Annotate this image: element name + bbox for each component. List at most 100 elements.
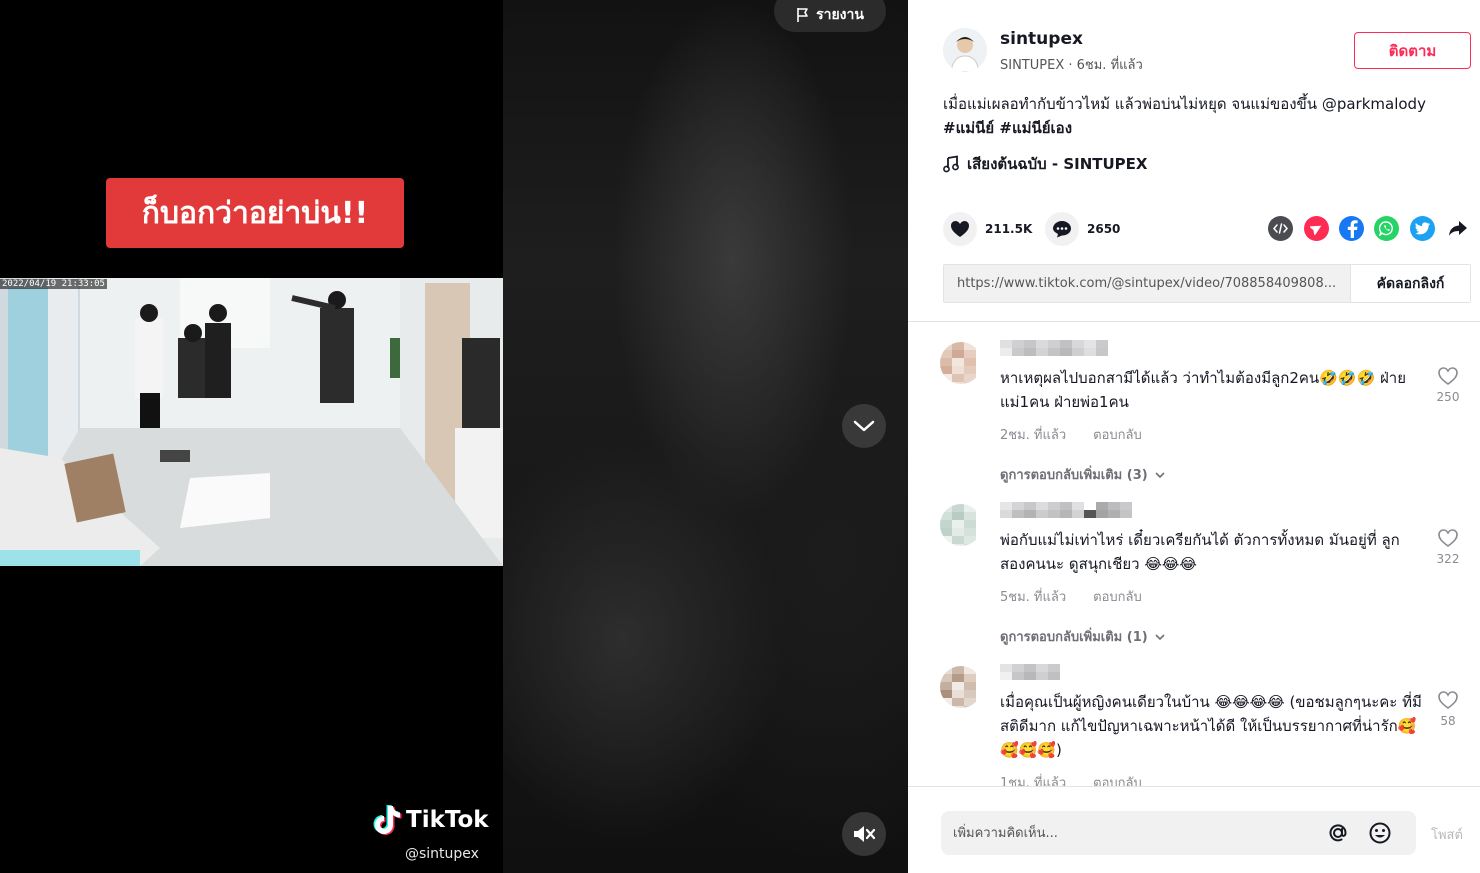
tiktok-wordmark: TikTok — [406, 807, 489, 833]
facebook-icon — [1347, 219, 1358, 238]
reply-button[interactable]: ตอบกลับ — [1093, 586, 1142, 607]
cctv-footage: 2022/04/19 21:33:05 — [0, 278, 503, 566]
commenter-name-redacted[interactable] — [1000, 502, 1140, 518]
comment-like[interactable]: 58 — [1433, 690, 1463, 728]
comment-text: เมื่อคุณเป็นผู้หญิงคนเดียวในบ้าน 😂😂😂😂 (ข… — [1000, 693, 1422, 759]
comment-bubble-icon — [1053, 221, 1071, 238]
twitter-share-button[interactable] — [1410, 216, 1435, 241]
mute-button[interactable] — [842, 812, 886, 856]
heart-outline-icon — [1438, 529, 1458, 547]
more-share-button[interactable] — [1445, 216, 1470, 241]
video-frame[interactable]: ก็บอกว่าอย่าบ่น!! 2022/04/19 21:33:05 Ti… — [0, 0, 503, 873]
comment-stat[interactable]: 2650 — [1045, 212, 1120, 246]
comment-count: 2650 — [1087, 222, 1121, 236]
report-label: รายงาน — [816, 7, 864, 23]
mention-button[interactable] — [1326, 821, 1350, 849]
commenter-name-redacted[interactable] — [1000, 664, 1060, 680]
commenter-avatar[interactable] — [940, 342, 982, 384]
author-avatar[interactable] — [943, 28, 987, 72]
comment-text: พ่อกับแม่ไม่เท่าไหร่ เดี๋ยวเครียกันได้ ต… — [1000, 531, 1400, 573]
facebook-share-button[interactable] — [1339, 216, 1364, 241]
video-caption-box: ก็บอกว่าอย่าบ่น!! — [106, 178, 404, 248]
send-to-friends-button[interactable] — [1304, 216, 1329, 241]
view-more-replies-label: ดูการตอบกลับเพิ่มเติม (3) — [1000, 468, 1148, 483]
whatsapp-icon — [1379, 221, 1393, 236]
post-description: เมื่อแม่เผลอทำกับข้าวไหม้ แล้วพ่อบ่นไม่ห… — [943, 92, 1473, 140]
music-link[interactable]: เสียงต้นฉบับ - SINTUPEX — [943, 152, 1147, 176]
cctv-scene-image — [0, 278, 503, 566]
chevron-down-icon — [1155, 471, 1165, 478]
send-icon — [1310, 225, 1322, 235]
pixelated-avatar — [940, 666, 982, 708]
tiktok-logo-icon — [373, 805, 402, 835]
post-description-text: เมื่อแม่เผลอทำกับข้าวไหม้ แล้วพ่อบ่นไม่ห… — [943, 95, 1426, 113]
cctv-timestamp: 2022/04/19 21:33:05 — [0, 279, 107, 289]
embed-button[interactable] — [1268, 216, 1293, 241]
flag-icon — [797, 8, 808, 22]
details-panel: sintupex SINTUPEX · 6ชม. ที่แล้ว ติดตาม … — [908, 0, 1480, 873]
author-username[interactable]: sintupex — [1000, 29, 1083, 49]
comment-meta: 2ชม. ที่แล้ว ตอบกลับ — [1000, 424, 1142, 445]
report-button[interactable]: รายงาน — [774, 0, 886, 32]
post-hashtags[interactable]: #แม่นีย์ #แม่นีย์เอง — [943, 119, 1072, 137]
comment-like[interactable]: 322 — [1433, 528, 1463, 566]
comment-button[interactable] — [1045, 212, 1079, 246]
watermark-username: @sintupex — [405, 846, 479, 862]
music-note-icon — [943, 155, 959, 173]
view-more-replies-label: ดูการตอบกลับเพิ่มเติม (1) — [1000, 630, 1148, 645]
pixelated-avatar — [940, 342, 982, 384]
video-player[interactable]: ก็บอกว่าอย่าบ่น!! 2022/04/19 21:33:05 Ti… — [0, 0, 908, 873]
comment-like-count: 322 — [1436, 552, 1460, 566]
view-more-replies[interactable]: ดูการตอบกลับเพิ่มเติม (3) — [1000, 464, 1166, 485]
like-button[interactable] — [943, 212, 977, 246]
emoji-smile-icon — [1369, 822, 1391, 844]
reply-button[interactable]: ตอบกลับ — [1093, 424, 1142, 445]
comment-text: หาเหตุผลไปบอกสามีได้แล้ว ว่าทำไมต้องมีลู… — [1000, 369, 1406, 411]
share-arrow-icon — [1448, 221, 1467, 236]
music-title: เสียงต้นฉบับ - SINTUPEX — [967, 155, 1148, 173]
comment-time: 1ชม. ที่แล้ว — [1000, 776, 1067, 786]
comment-time: 2ชม. ที่แล้ว — [1000, 428, 1067, 443]
reply-button[interactable]: ตอบกลับ — [1093, 772, 1142, 786]
commenter-avatar[interactable] — [940, 666, 982, 708]
commenter-name-redacted[interactable] — [1000, 340, 1112, 356]
post-comment-button[interactable]: โพสต์ — [1431, 824, 1463, 845]
copy-link-row: https://www.tiktok.com/@sintupex/video/7… — [943, 264, 1471, 303]
heart-outline-icon — [1438, 691, 1458, 709]
author-nickname: SINTUPEX — [1000, 58, 1065, 73]
tiktok-watermark: TikTok — [372, 804, 489, 836]
follow-button[interactable]: ติดตาม — [1354, 32, 1471, 69]
author-avatar-image — [943, 28, 987, 72]
comment-like-count: 58 — [1440, 714, 1456, 728]
comment-meta: 1ชม. ที่แล้ว ตอบกลับ — [1000, 772, 1142, 786]
view-more-replies[interactable]: ดูการตอบกลับเพิ่มเติม (1) — [1000, 626, 1166, 647]
comment-time: 5ชม. ที่แล้ว — [1000, 590, 1067, 605]
comment-like[interactable]: 250 — [1433, 366, 1463, 404]
emoji-button[interactable] — [1368, 821, 1392, 849]
comment-composer: โพสต์ — [908, 786, 1480, 873]
comment-like-count: 250 — [1436, 390, 1460, 404]
pixelated-avatar — [940, 504, 982, 546]
tiktok-video-page: ก็บอกว่าอย่าบ่น!! 2022/04/19 21:33:05 Ti… — [0, 0, 1480, 873]
at-sign-icon — [1329, 824, 1347, 842]
heart-outline-icon — [1438, 367, 1458, 385]
embed-icon — [1273, 223, 1288, 234]
next-video-button[interactable] — [842, 404, 886, 448]
video-caption: ก็บอกว่าอย่าบ่น!! — [141, 195, 369, 231]
like-stat[interactable]: 211.5K — [943, 212, 1032, 246]
comments-list: หาเหตุผลไปบอกสามีได้แล้ว ว่าทำไมต้องมีลู… — [908, 322, 1480, 786]
heart-icon — [951, 221, 969, 237]
meta-separator: · — [1064, 58, 1077, 73]
video-link-field[interactable]: https://www.tiktok.com/@sintupex/video/7… — [944, 265, 1350, 302]
speaker-muted-icon — [854, 826, 876, 842]
post-time: 6ชม. ที่แล้ว — [1076, 58, 1143, 73]
twitter-icon — [1415, 222, 1430, 235]
chevron-down-icon — [853, 420, 875, 432]
commenter-avatar[interactable] — [940, 504, 982, 546]
chevron-down-icon — [1155, 633, 1165, 640]
like-count: 211.5K — [985, 222, 1033, 236]
comment-meta: 5ชม. ที่แล้ว ตอบกลับ — [1000, 586, 1142, 607]
copy-link-button[interactable]: คัดลอกลิงก์ — [1350, 265, 1470, 302]
whatsapp-share-button[interactable] — [1374, 216, 1399, 241]
author-meta: SINTUPEX · 6ชม. ที่แล้ว — [1000, 54, 1143, 75]
